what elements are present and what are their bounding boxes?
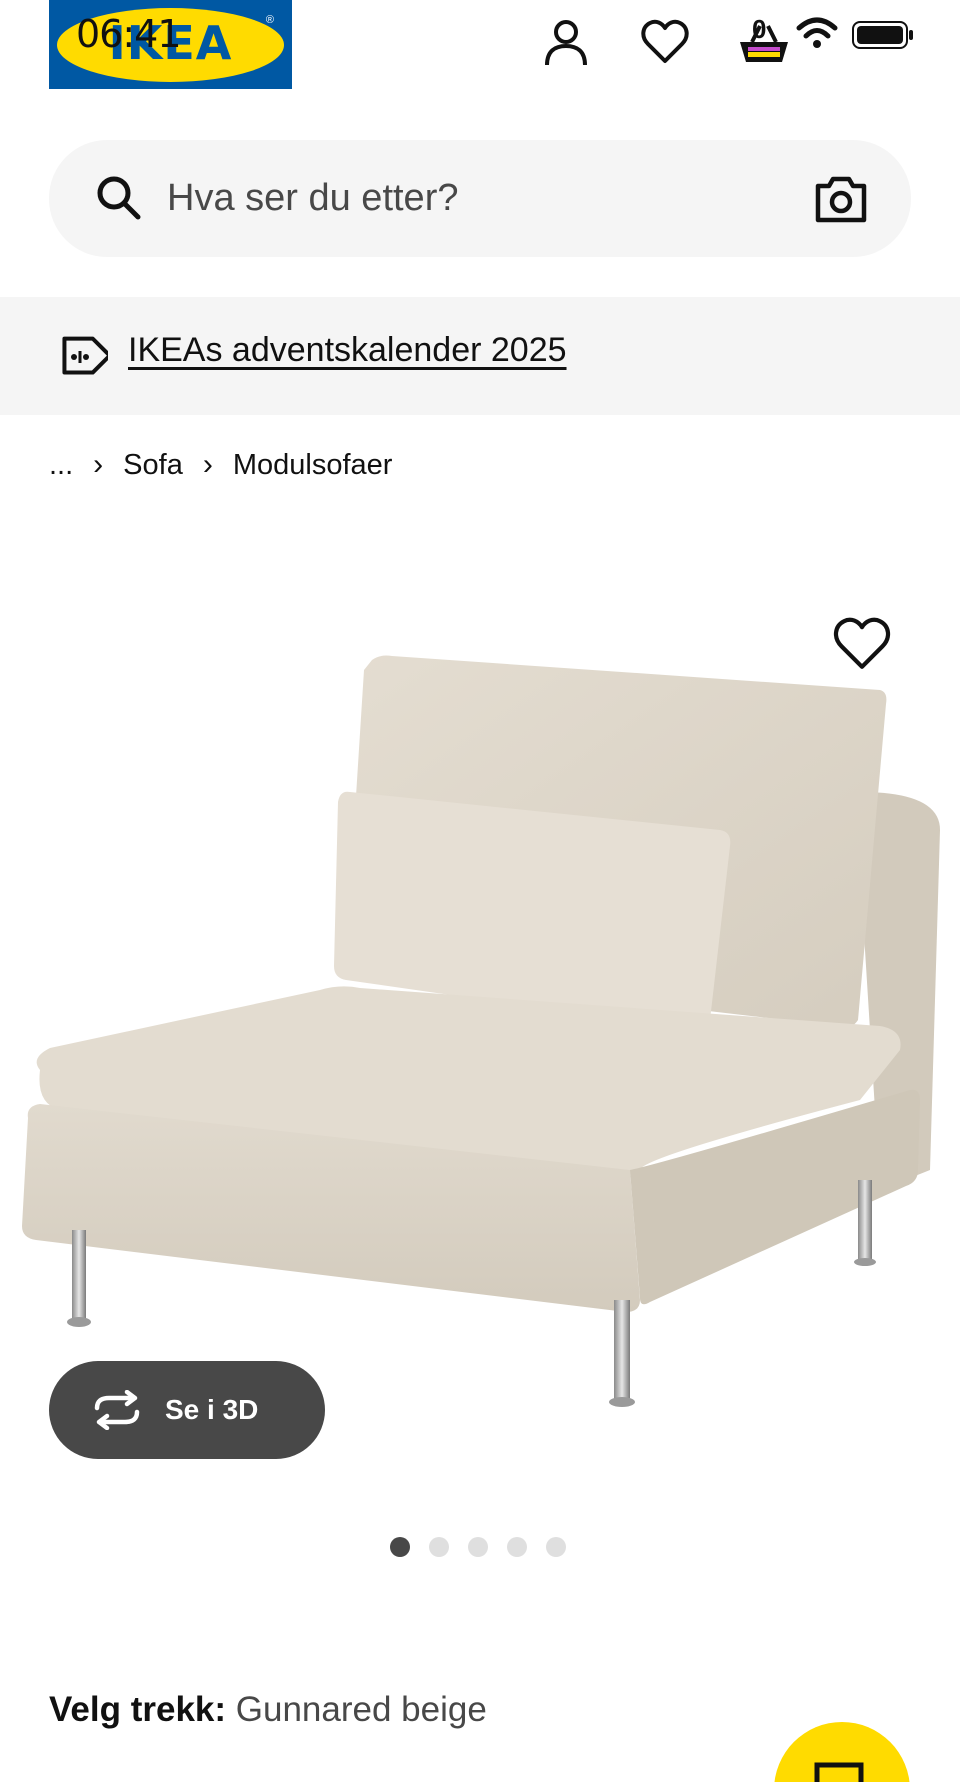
favourites-button[interactable] <box>635 12 695 72</box>
cart-count: 0 <box>752 14 767 44</box>
product-image[interactable] <box>0 570 960 1430</box>
tag-icon <box>62 336 108 375</box>
gallery-dot[interactable] <box>390 1537 410 1557</box>
cover-value: Gunnared beige <box>235 1690 487 1729</box>
gallery-dot[interactable] <box>507 1537 527 1557</box>
product-favourite-button[interactable] <box>832 614 892 674</box>
account-button[interactable] <box>536 12 596 72</box>
search-icon <box>97 176 141 220</box>
heart-icon <box>833 617 891 669</box>
wifi-icon <box>796 17 838 48</box>
rotate-3d-icon <box>94 1390 140 1430</box>
chevron-right-icon: › <box>93 448 104 481</box>
view-3d-button[interactable]: Se i 3D <box>49 1361 325 1459</box>
breadcrumb-ellipsis[interactable]: ... <box>49 449 73 482</box>
gallery-pagination <box>390 1537 585 1557</box>
search-bar[interactable] <box>49 140 911 257</box>
cover-label: Velg trekk: <box>49 1690 227 1729</box>
view-3d-label: Se i 3D <box>165 1394 259 1425</box>
status-time: 06:41 <box>76 12 182 56</box>
logo-registered-mark: ® <box>265 14 274 26</box>
gallery-dot[interactable] <box>429 1537 449 1557</box>
status-icons <box>796 12 922 60</box>
camera-icon[interactable] <box>815 174 867 224</box>
promo-link[interactable]: IKEAs adventskalender 2025 <box>128 331 567 370</box>
gallery-dot[interactable] <box>546 1537 566 1557</box>
heart-icon <box>641 19 689 63</box>
chat-icon <box>814 1762 864 1782</box>
breadcrumb: ... › Sofa › Modulsofaer <box>49 448 392 482</box>
cover-selector[interactable]: Velg trekk: Gunnared beige <box>49 1690 487 1730</box>
breadcrumb-item-modulsofaer[interactable]: Modulsofaer <box>233 449 393 482</box>
search-input[interactable] <box>167 140 827 257</box>
promo-banner[interactable]: IKEAs adventskalender 2025 <box>0 297 960 415</box>
gallery-dot[interactable] <box>468 1537 488 1557</box>
chat-fab[interactable] <box>774 1722 910 1782</box>
chevron-right-icon: › <box>202 448 213 481</box>
breadcrumb-item-sofa[interactable]: Sofa <box>123 449 183 482</box>
battery-icon <box>852 21 913 49</box>
user-icon <box>545 20 587 66</box>
